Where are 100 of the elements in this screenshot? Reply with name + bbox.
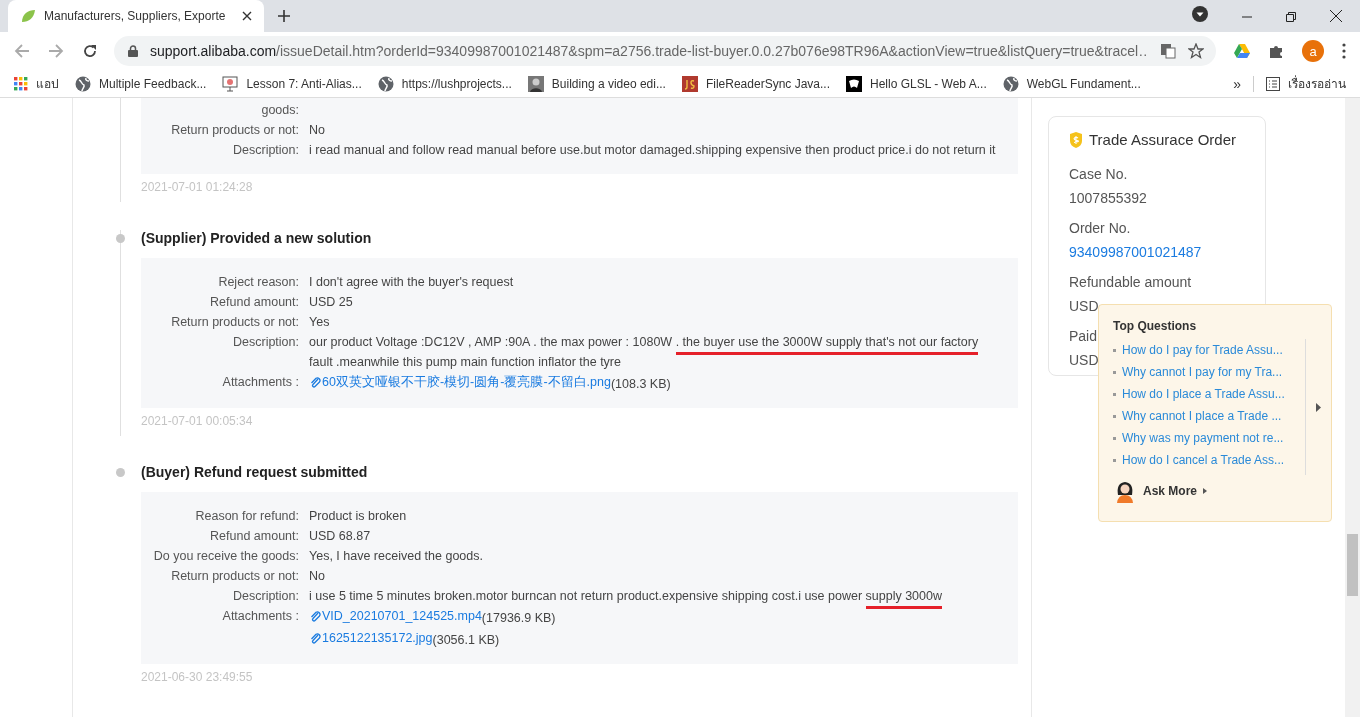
attachment-link[interactable]: 1625122135172.jpg	[309, 628, 433, 648]
close-icon[interactable]	[242, 11, 252, 21]
field-value: No	[309, 568, 325, 585]
ask-more-link[interactable]: Ask More	[1143, 484, 1198, 498]
tab-title: Manufacturers, Suppliers, Exporte	[44, 9, 227, 23]
field-label: Case No.	[1069, 165, 1128, 184]
bullet-icon	[1113, 370, 1116, 374]
apps-grid-icon	[14, 76, 28, 91]
bookmark[interactable]: Hello GLSL - Web A...	[846, 75, 987, 92]
leaf-icon	[20, 8, 36, 24]
new-tab-icon[interactable]	[278, 10, 290, 22]
url-text: support.alibaba.com/issueDetail.htm?orderId=93409987001021487&spm=a2756.trade-list-buyer.0.0.27b076e98TR96A&actionView=true&listQuery=true&tracel…	[150, 43, 1148, 59]
field-value: Yes	[309, 314, 330, 331]
field-label: Refundable amount	[1069, 273, 1192, 292]
file-size: (3056.1 KB)	[432, 633, 500, 647]
paperclip-icon	[309, 610, 321, 622]
next-arrow-icon[interactable]	[1316, 402, 1321, 412]
question-link[interactable]: Why cannot I pay for my Tra...	[1122, 365, 1283, 379]
scrollbar[interactable]	[1345, 98, 1360, 717]
bookmark[interactable]: แอป	[14, 74, 59, 93]
bookmark[interactable]: https://lushprojects...	[377, 75, 512, 92]
js-icon	[681, 75, 698, 92]
popup-title: Top Questions	[1113, 319, 1197, 333]
field-label: Attachments :	[221, 374, 300, 391]
bookmark[interactable]: Multiple Feedback...	[75, 75, 207, 92]
presentation-icon	[222, 75, 239, 92]
address-bar[interactable]: support.alibaba.com/issueDetail.htm?orderId=93409987001021487&spm=a2756.trade-list-buyer.0.0.27b076e98TR96A&actionView=true&listQuery=true&tracel…	[114, 36, 1216, 66]
globe-icon	[1002, 75, 1019, 92]
field-value: i read manual and follow read manual before use.but motor damaged.shipping expensive then product price.i do not return it	[309, 142, 996, 159]
timestamp: 2021-07-01 00:05:34	[141, 414, 254, 430]
field-value: USD	[1069, 351, 1099, 370]
field-value: Product is broken	[309, 508, 407, 525]
reading-list-button[interactable]: เรื่องรออ่าน	[1266, 74, 1346, 93]
shape-icon	[846, 75, 862, 92]
bullet-icon	[1113, 392, 1116, 396]
field-value: USD	[1069, 297, 1099, 316]
field-label: Return products or not:	[170, 122, 300, 139]
field-value: i use 5 time 5 minutes broken.motor burncan not return product.expensive shipping cost.i use power supply 3000w	[309, 586, 942, 606]
timeline-dot	[116, 234, 125, 243]
field-value: No	[309, 122, 325, 139]
close-icon[interactable]	[1330, 10, 1342, 22]
attachment-link[interactable]: 60双英文哑银不干胶-模切-圆角-覆亮膜-不留白.png	[309, 372, 611, 392]
list-icon	[1266, 76, 1280, 91]
timestamp: 2021-07-01 01:24:28	[141, 180, 254, 196]
shield-icon	[1069, 131, 1083, 148]
field-value: Yes, I have received the goods.	[309, 548, 483, 565]
field-label: Refund amount:	[209, 294, 300, 311]
puzzle-icon[interactable]	[1268, 43, 1284, 59]
field-value: 1007855392	[1069, 189, 1147, 208]
bookmark[interactable]: Lesson 7: Anti-Alias...	[222, 75, 362, 92]
thumbnail-icon	[527, 75, 544, 92]
caret-icon	[1203, 488, 1208, 494]
question-link[interactable]: How do I place a Trade Assu...	[1122, 387, 1285, 401]
order-link[interactable]: 93409987001021487	[1069, 240, 1202, 264]
drive-icon[interactable]	[1234, 44, 1250, 58]
field-label: Description:	[232, 334, 300, 351]
field-label: Order No.	[1069, 219, 1131, 238]
field-label: Attachments :	[221, 608, 300, 625]
question-link[interactable]: How do I pay for Trade Assu...	[1122, 343, 1283, 357]
field-label: Do you receive the goods:	[152, 548, 300, 565]
bullet-icon	[1113, 414, 1116, 418]
lock-icon	[128, 45, 138, 57]
bullet-icon	[1113, 436, 1116, 440]
field-label: goods:	[260, 102, 300, 119]
question-link[interactable]: Why cannot I place a Trade ...	[1122, 409, 1282, 423]
event-title: (Supplier) Provided a new solution	[141, 230, 372, 246]
browser-tab[interactable]: Manufacturers, Suppliers, Exporte	[8, 0, 264, 32]
reload-icon[interactable]	[82, 43, 98, 59]
translate-icon[interactable]	[1160, 43, 1176, 59]
more-bookmarks-button[interactable]: »	[1233, 75, 1241, 92]
file-size: (17936.9 KB)	[481, 611, 556, 625]
bullet-icon	[1113, 458, 1116, 462]
restore-icon[interactable]	[1286, 12, 1296, 22]
menu-icon[interactable]	[1342, 43, 1346, 59]
field-label: Description:	[232, 588, 300, 605]
field-label: Reason for refund:	[194, 508, 300, 525]
file-size: (108.3 KB)	[610, 377, 671, 391]
field-label: Description:	[232, 142, 300, 159]
paperclip-icon	[309, 632, 321, 644]
globe-icon	[377, 75, 394, 92]
star-icon[interactable]	[1188, 43, 1204, 59]
bookmark[interactable]: WebGL Fundament...	[1002, 75, 1141, 92]
paperclip-icon	[309, 376, 321, 388]
field-value: USD 25	[309, 294, 353, 311]
field-label: Return products or not:	[170, 314, 300, 331]
field-label: Refund amount:	[209, 528, 300, 545]
dropdown-icon[interactable]	[1192, 6, 1208, 22]
field-label: Reject reason:	[217, 274, 300, 291]
bookmark[interactable]: Building a video edi...	[527, 75, 666, 92]
event-title: (Buyer) Refund request submitted	[141, 464, 368, 480]
field-value: I don't agree with the buyer's request	[309, 274, 514, 291]
question-link[interactable]: How do I cancel a Trade Ass...	[1122, 453, 1285, 467]
field-label: Return products or not:	[170, 568, 300, 585]
field-value: USD 68.87	[309, 528, 371, 545]
bookmark[interactable]: FileReaderSync Java...	[681, 75, 830, 92]
bullet-icon	[1113, 348, 1116, 352]
field-label: Paid	[1069, 327, 1098, 346]
question-link[interactable]: Why was my payment not re...	[1122, 431, 1284, 445]
field-value: our product Voltage :DC12V , AMP :90A . the max power : 1080W . the buyer use the 3000W supply that's not our factory fault .meanwhile this pump main function inflator the tyre	[309, 334, 980, 371]
attachment-link[interactable]: VID_20210701_124525.mp4	[309, 606, 482, 626]
